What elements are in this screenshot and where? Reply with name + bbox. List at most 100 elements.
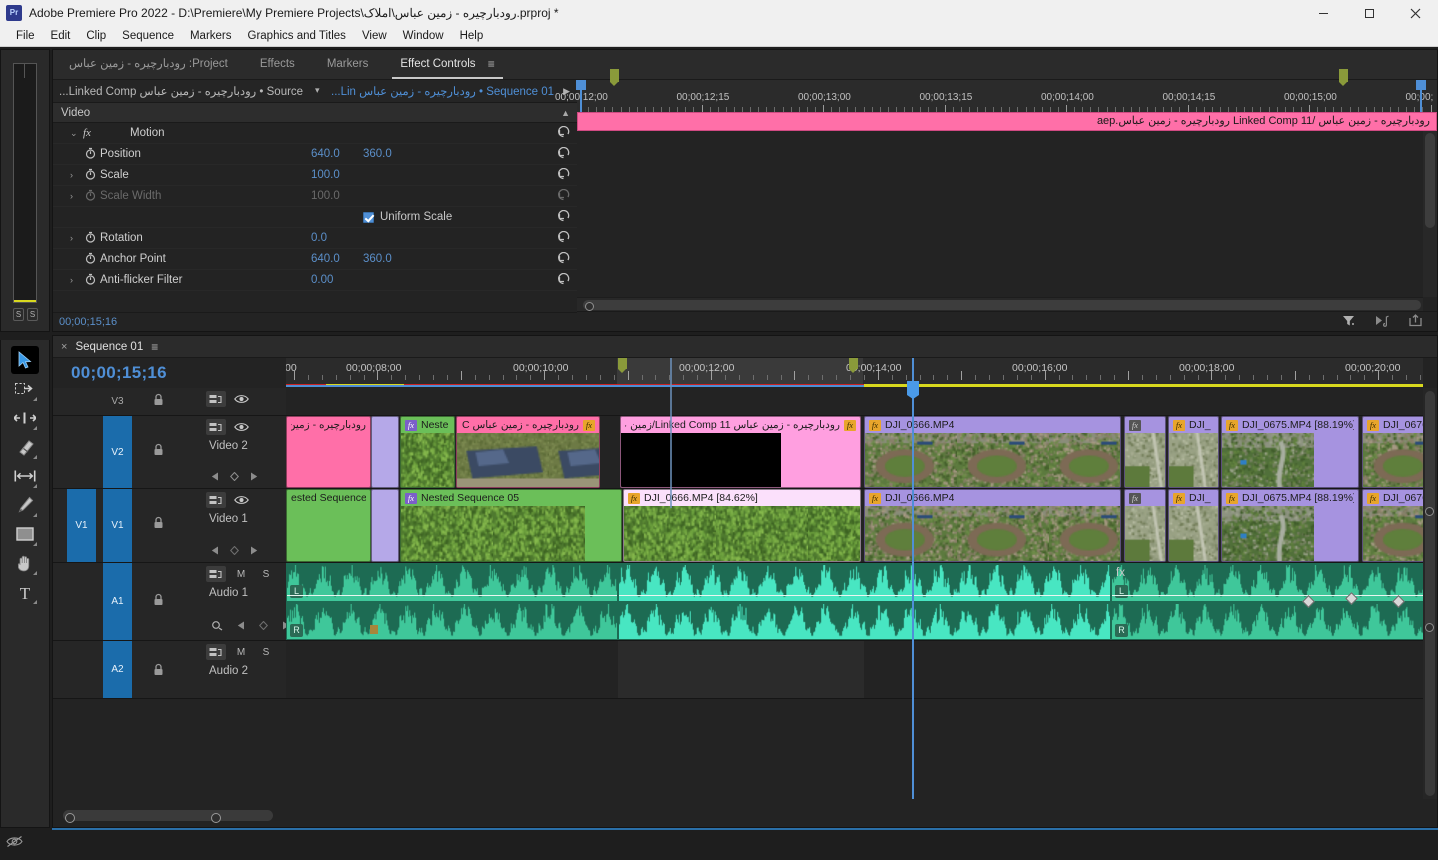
stopwatch-icon[interactable] — [83, 147, 97, 162]
track-sync-lock-icon[interactable] — [206, 391, 226, 407]
reset-icon[interactable] — [557, 167, 570, 183]
reset-icon[interactable] — [557, 251, 570, 267]
uniform-scale-checkbox[interactable] — [363, 211, 374, 223]
audio-clip[interactable] — [618, 563, 1111, 640]
sequence-marker-icon[interactable] — [618, 358, 627, 373]
sequence-marker-icon[interactable] — [849, 358, 858, 373]
track-solo-button[interactable]: S — [256, 566, 276, 582]
menu-file[interactable]: File — [8, 26, 43, 47]
menu-graphics-and-titles[interactable]: Graphics and Titles — [240, 26, 354, 47]
timeline-clip[interactable]: fx DJI_0666.MP4 — [864, 489, 1121, 562]
param-value-y[interactable]: 360.0 — [363, 148, 392, 160]
twirl-icon[interactable]: › — [70, 275, 73, 285]
track-header-v1[interactable]: V1 V1 Video 1 — [53, 489, 286, 563]
track-sync-lock-icon[interactable] — [206, 644, 226, 660]
twirl-icon[interactable]: ⌄ — [70, 128, 78, 139]
menu-window[interactable]: Window — [395, 26, 452, 47]
play-audio-icon[interactable] — [1374, 314, 1390, 330]
track-mute-button[interactable]: M — [231, 644, 251, 660]
slip-tool[interactable] — [11, 462, 39, 490]
param-row-scale[interactable]: › Scale 100.0 — [53, 165, 577, 186]
effect-controls-horizontal-scrollbar[interactable] — [577, 297, 1423, 311]
param-row-position[interactable]: Position 640.0 360.0 — [53, 144, 577, 165]
panel-menu-icon[interactable]: ≡ — [151, 340, 158, 354]
add-keyframe-icon[interactable] — [258, 620, 269, 633]
stopwatch-icon[interactable] — [83, 168, 97, 183]
lock-icon[interactable] — [153, 393, 164, 409]
track-lane-a2[interactable] — [286, 641, 1423, 699]
audio-keyframe-icon[interactable] — [211, 619, 223, 634]
track-lane-a1[interactable]: L R L Rfx — [286, 563, 1423, 641]
timeline-tracks-area[interactable]: رودبارچیره - زمین عباس.aepfxNestefxرودبا… — [286, 388, 1423, 799]
param-value[interactable]: 100.0 — [311, 169, 340, 181]
track-target-v3[interactable]: V3 — [103, 388, 132, 415]
effect-controls-timecode[interactable]: 00;00;15;16 — [53, 312, 577, 331]
track-target-v1[interactable]: V1 — [103, 489, 132, 562]
type-tool[interactable]: T — [11, 578, 39, 606]
twirl-icon[interactable]: › — [70, 170, 73, 180]
prev-keyframe-icon[interactable] — [211, 546, 219, 558]
tab-effects[interactable]: Effects — [244, 50, 311, 79]
param-row-anti-flicker-filter[interactable]: › Anti-flicker Filter 0.00 — [53, 270, 577, 291]
maximize-button[interactable] — [1346, 0, 1392, 26]
timeline-clip[interactable]: ested Sequence 04 — [286, 489, 371, 562]
timeline-clip[interactable]: رودبارچیره - زمین عباس.aep — [286, 416, 371, 488]
lock-icon[interactable] — [153, 593, 164, 609]
timeline-clip[interactable]: fx Nested Sequence 05 — [400, 489, 622, 562]
video-section-header[interactable]: Video ▲ — [53, 103, 577, 123]
param-value-x[interactable]: 640.0 — [311, 148, 340, 160]
track-eye-icon[interactable] — [231, 391, 251, 407]
timeline-clip[interactable]: fx DJI_0666.MP4 — [864, 416, 1121, 488]
tab-markers[interactable]: Markers — [311, 50, 385, 79]
stopwatch-icon[interactable] — [83, 273, 97, 288]
lock-icon[interactable] — [153, 516, 164, 532]
param-row-rotation[interactable]: › Rotation 0.0 — [53, 228, 577, 249]
add-keyframe-icon[interactable] — [229, 545, 240, 558]
tab-project[interactable]: Project: رودبارچیره - زمین عباس — [53, 50, 244, 79]
param-row-uniform-scale[interactable]: Uniform Scale — [53, 207, 577, 228]
param-row-motion[interactable]: ⌄ fx Motion — [53, 123, 577, 144]
effect-controls-clip-bar[interactable]: رودبارچیره - زمین عباس /Linked Comp 11 ر… — [577, 112, 1437, 131]
timeline-playhead[interactable] — [907, 358, 919, 799]
param-row-scale-width[interactable]: › Scale Width 100.0 — [53, 186, 577, 207]
stopwatch-icon[interactable] — [83, 252, 97, 267]
track-lane-v1[interactable]: ested Sequence 04 fx Nested Sequence 05 fx D… — [286, 489, 1423, 563]
timeline-horizontal-scrollbar[interactable] — [53, 808, 1423, 823]
minimize-button[interactable] — [1300, 0, 1346, 26]
timeline-clip[interactable]: fx DJI_0666.MP4 [84.62%] — [623, 489, 861, 562]
param-value-y[interactable]: 360.0 — [363, 253, 392, 265]
timeline-clip[interactable] — [371, 416, 399, 488]
meter-solo-right-button[interactable]: S — [27, 308, 38, 321]
prev-keyframe-icon[interactable] — [211, 472, 219, 484]
meter-solo-left-button[interactable]: S — [13, 308, 24, 321]
timeline-clip[interactable]: fx DJI_ — [1168, 416, 1219, 488]
audio-volume-line[interactable] — [1112, 595, 1423, 596]
reset-icon[interactable] — [557, 272, 570, 288]
param-row-anchor-point[interactable]: Anchor Point 640.0 360.0 — [53, 249, 577, 270]
track-target-v2[interactable]: V2 — [103, 416, 132, 488]
add-keyframe-icon[interactable] — [229, 471, 240, 484]
timeline-clip[interactable]: fx رودبارچیره - زمین عباس Linked C — [456, 416, 600, 488]
track-select-forward-tool[interactable] — [11, 375, 39, 403]
track-sync-lock-icon[interactable] — [206, 492, 226, 508]
next-keyframe-icon[interactable] — [250, 546, 258, 558]
track-sync-lock-icon[interactable] — [206, 566, 226, 582]
menu-help[interactable]: Help — [452, 26, 492, 47]
close-button[interactable] — [1392, 0, 1438, 26]
audio-clip[interactable]: LR — [286, 563, 618, 640]
razor-tool[interactable] — [11, 433, 39, 461]
timeline-clip[interactable]: fx DJI_0676 — [1362, 489, 1423, 562]
panel-menu-icon[interactable]: ≡ — [488, 50, 495, 79]
next-keyframe-icon[interactable] — [250, 472, 258, 484]
audio-clip[interactable]: L Rfx — [1111, 563, 1423, 640]
tab-sequence-01[interactable]: Sequence 01 — [75, 341, 143, 353]
export-icon[interactable] — [1408, 313, 1423, 330]
source-patch-v1[interactable]: V1 — [67, 489, 96, 562]
param-value[interactable]: 0.0 — [311, 232, 327, 244]
timeline-vertical-scrollbar[interactable] — [1423, 388, 1437, 799]
track-lane-v3[interactable] — [286, 388, 1423, 416]
track-header-a1[interactable]: A1 M S Audio 1 — [53, 563, 296, 641]
close-icon[interactable]: × — [61, 341, 67, 353]
track-sync-lock-icon[interactable] — [206, 419, 226, 435]
stopwatch-icon[interactable] — [83, 231, 97, 246]
